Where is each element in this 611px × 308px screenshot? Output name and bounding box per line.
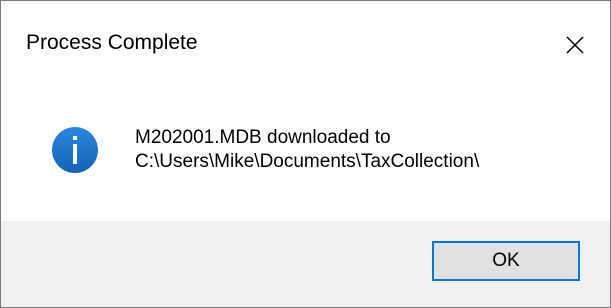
message-line-2: C:\Users\Mike\Documents\TaxCollection\: [135, 151, 480, 172]
info-icon: [52, 127, 98, 173]
dialog-content: M202001.MDB downloaded to C:\Users\Mike\…: [1, 89, 610, 221]
close-button[interactable]: [540, 1, 610, 89]
message-text: M202001.MDB downloaded to C:\Users\Mike\…: [135, 126, 479, 174]
close-icon: [566, 36, 584, 54]
dialog-title: Process Complete: [26, 31, 198, 54]
ok-button[interactable]: OK: [432, 241, 580, 281]
message-line-1: M202001.MDB downloaded to: [135, 127, 391, 148]
button-bar: OK: [1, 221, 610, 307]
message-dialog: Process Complete M202001.MDB downloaded …: [0, 0, 611, 308]
title-bar: Process Complete: [1, 1, 610, 89]
